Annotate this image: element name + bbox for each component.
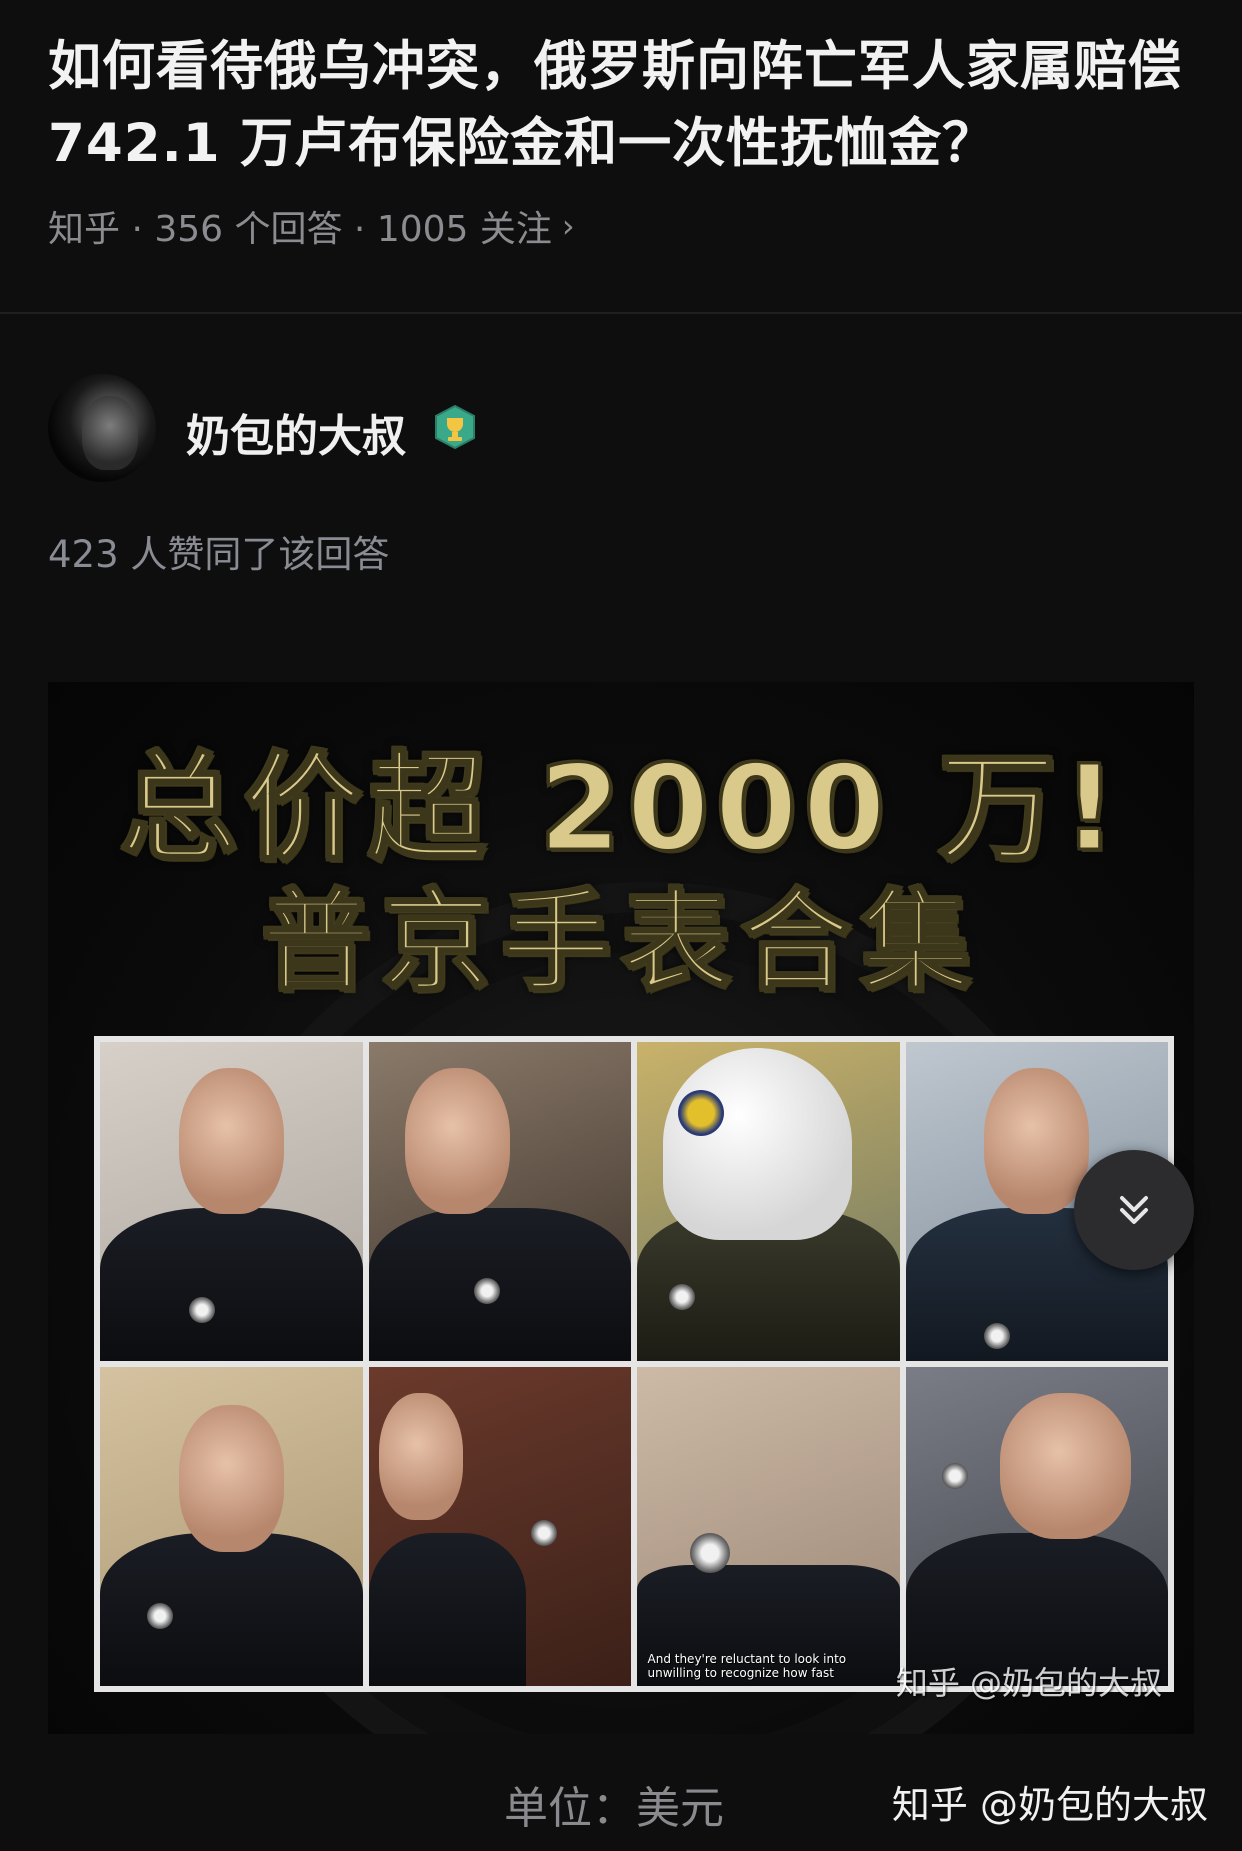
photo-cell [637, 1042, 900, 1361]
watch-icon [531, 1520, 558, 1547]
photo-head [984, 1067, 1090, 1215]
image-headline-2: 普京手表合集 [260, 877, 981, 1008]
photo-head [379, 1392, 463, 1521]
question-title[interactable]: 如何看待俄乌冲突，俄罗斯向阵亡军人家属赔偿 742.1 万卢布保险金和一次性抚恤… [48, 28, 1198, 182]
question-meta-text: 知乎 · 356 个回答 · 1005 关注 [48, 209, 552, 250]
photo-suit [100, 1532, 363, 1686]
photo-suit [368, 1532, 526, 1686]
image-watermark: 知乎 @奶包的大叔 [895, 1664, 1162, 1702]
scroll-down-button[interactable] [1074, 1150, 1194, 1270]
page-watermark: 知乎 @奶包的大叔 [891, 1783, 1208, 1827]
trophy-badge-icon [435, 404, 475, 450]
photo-caption: And they're reluctant to look into unwil… [647, 1652, 847, 1680]
helmet [663, 1048, 853, 1240]
photo-cell: And they're reluctant to look into unwil… [637, 1367, 900, 1686]
author-name[interactable]: 奶包的大叔 [186, 400, 406, 464]
divider [0, 312, 1242, 314]
photo-suit [100, 1207, 363, 1361]
avatar[interactable] [48, 374, 156, 482]
chevron-right-icon: › [561, 207, 575, 245]
photo-cell [100, 1042, 363, 1361]
helmet-logo-icon [678, 1090, 725, 1137]
photo-head [1000, 1392, 1132, 1540]
watch-icon [473, 1278, 500, 1305]
photo-head [178, 1405, 284, 1552]
photo-cell [905, 1367, 1168, 1686]
photo-grid: And they're reluctant to look into unwil… [94, 1036, 1174, 1692]
watch-icon [984, 1322, 1011, 1349]
watch-icon [689, 1532, 730, 1573]
question-meta[interactable]: 知乎 · 356 个回答 · 1005 关注 › [48, 200, 575, 252]
photo-cell [100, 1367, 363, 1686]
watch-icon [668, 1284, 695, 1311]
unit-caption: 单位：美元 [504, 1783, 724, 1834]
photo-head [405, 1067, 511, 1215]
watch-icon [942, 1462, 969, 1489]
photo-suit [368, 1207, 631, 1361]
photo-head [178, 1067, 284, 1215]
photo-cell [368, 1042, 631, 1361]
double-chevron-down-icon [1120, 1196, 1148, 1224]
answer-image[interactable]: 总价超 2000 万! 普京手表合集 And they're reluctant… [48, 682, 1194, 1734]
photo-cell [368, 1367, 631, 1686]
avatar-face [82, 396, 138, 470]
vote-count: 423 人赞同了该回答 [48, 533, 390, 576]
